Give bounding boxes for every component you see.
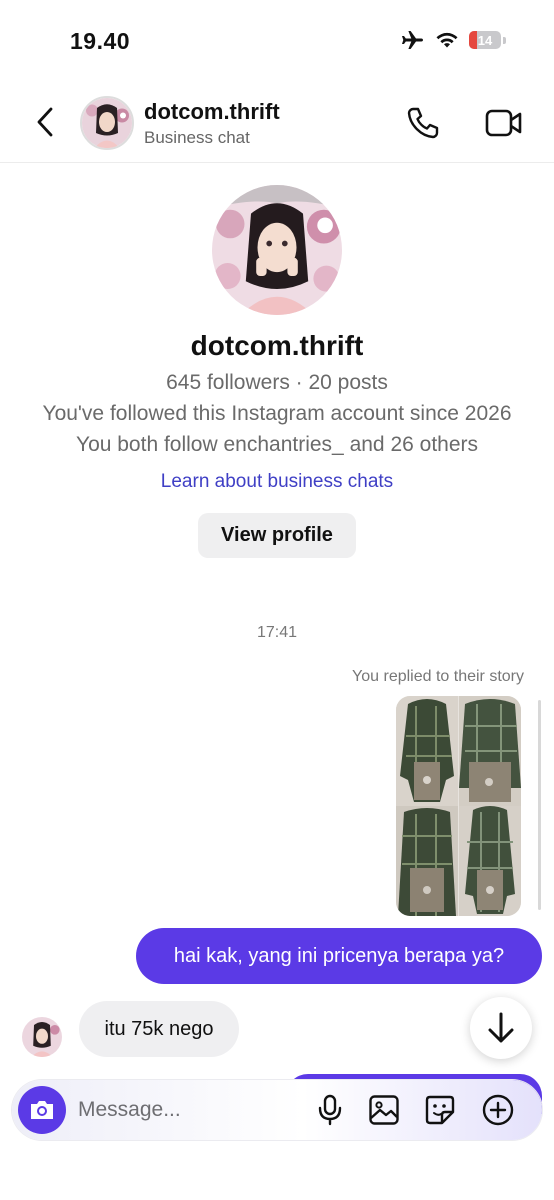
- learn-business-chats-link[interactable]: Learn about business chats: [0, 471, 554, 493]
- more-options-button[interactable]: [480, 1092, 516, 1128]
- story-preview[interactable]: [396, 696, 521, 916]
- profile-avatar[interactable]: [212, 185, 342, 315]
- microphone-button[interactable]: [312, 1092, 348, 1128]
- message-timestamp: 17:41: [256, 624, 298, 641]
- status-icons: 14: [401, 30, 506, 50]
- camera-icon: [31, 1101, 53, 1119]
- airplane-icon: [402, 31, 423, 49]
- profile-stats: 645 followers · 20 posts: [166, 371, 388, 394]
- sticker-icon: [425, 1095, 455, 1125]
- battery-level: 14: [477, 32, 493, 48]
- incoming-message[interactable]: itu 75k nego: [79, 1001, 239, 1057]
- sticker-button[interactable]: [422, 1092, 458, 1128]
- scroll-to-bottom-button[interactable]: [470, 997, 532, 1059]
- story-divider: [538, 700, 541, 910]
- video-call-button[interactable]: [484, 104, 524, 142]
- gallery-icon: [369, 1095, 399, 1125]
- status-time: 19.40: [70, 28, 131, 54]
- voice-call-button[interactable]: [404, 104, 442, 142]
- followed-since: You've followed this Instagram account s…: [42, 402, 512, 425]
- microphone-icon: [318, 1094, 342, 1126]
- header-username[interactable]: dotcom.thrift: [144, 99, 280, 125]
- gallery-button[interactable]: [366, 1092, 402, 1128]
- battery-indicator: 14: [469, 31, 501, 49]
- outgoing-message[interactable]: hai kak, yang ini pricenya berapa ya?: [136, 928, 542, 984]
- chevron-left-icon: [37, 107, 53, 137]
- header-subtitle: Business chat: [144, 128, 250, 147]
- video-camera-icon: [485, 109, 522, 137]
- arrow-down-icon: [488, 1012, 514, 1043]
- plus-icon: [482, 1094, 514, 1126]
- view-profile-button[interactable]: View profile: [198, 513, 356, 558]
- story-reply-note: You replied to their story: [352, 668, 524, 685]
- mutual-followers: You both follow enchantries_ and 26 othe…: [75, 433, 478, 456]
- back-button[interactable]: [30, 104, 60, 140]
- wifi-icon: [436, 32, 458, 48]
- sender-avatar[interactable]: [22, 1017, 62, 1057]
- phone-icon: [407, 107, 439, 139]
- message-input[interactable]: [78, 1094, 298, 1126]
- header-avatar[interactable]: [80, 96, 134, 150]
- camera-button[interactable]: [18, 1086, 66, 1134]
- profile-username: dotcom.thrift: [190, 330, 364, 361]
